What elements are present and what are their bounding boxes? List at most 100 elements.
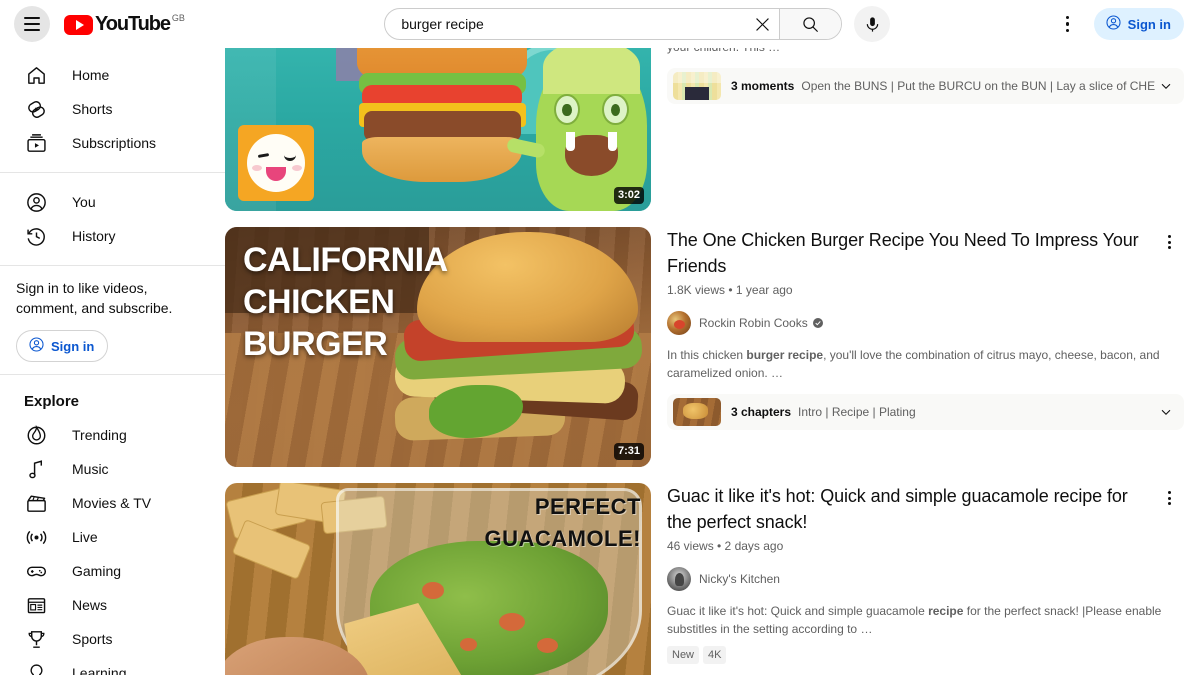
sidebar-item-learning[interactable]: Learning (12, 656, 213, 675)
avatar (667, 567, 691, 591)
signin-button-header[interactable]: Sign in (1093, 8, 1184, 40)
sidebar-item-history[interactable]: History (12, 219, 213, 253)
film-clapper-icon (24, 491, 48, 515)
description-post: … (768, 48, 780, 54)
search-input-wrap[interactable] (385, 9, 746, 39)
search-box[interactable] (384, 8, 843, 40)
video-meta: Smile and Learn - English Discover how t… (651, 48, 1184, 211)
description-highlight: burger recipe (746, 348, 824, 362)
sidebar-item-label: Shorts (72, 101, 113, 117)
lightbulb-icon (24, 661, 48, 675)
signin-label-sidebar: Sign in (51, 338, 95, 354)
chapter-list: Open the BUNS | Put the BURCU on the BUN… (801, 79, 1156, 93)
video-menu-button[interactable] (1154, 227, 1184, 257)
gamepad-icon (24, 559, 48, 583)
channel-name[interactable]: Nicky's Kitchen (699, 572, 780, 586)
chapter-list: Intro | Recipe | Plating (798, 405, 916, 419)
sidebar-item-label: Movies & TV (72, 495, 152, 511)
search-input[interactable] (401, 16, 746, 32)
video-thumbnail[interactable]: 3:02 (225, 48, 651, 211)
masthead-right: Sign in (1050, 6, 1200, 42)
video-stats: 46 views • 2 days ago (667, 539, 784, 553)
thumbnail-overlay-line1: PERFECT (534, 494, 641, 519)
masthead: YouTube GB burger recipe Sign in (0, 0, 1200, 48)
sidebar-item-label: You (72, 194, 96, 210)
masthead-left: YouTube GB (0, 6, 225, 42)
shorts-icon (24, 97, 48, 121)
sidebar-item-music[interactable]: Music (12, 452, 213, 486)
subscriptions-icon (24, 131, 48, 155)
sidebar-item-label: Trending (72, 427, 127, 443)
chevron-down-icon[interactable] (1156, 76, 1176, 96)
chapter-thumbnail (673, 72, 721, 100)
sidebar-item-label: Sports (72, 631, 113, 647)
sidebar-item-subscriptions[interactable]: Subscriptions (12, 126, 213, 160)
sidebar-item-news[interactable]: News (12, 588, 213, 622)
search-results-list[interactable]: 3:02 Smile and Learn - English Discover … (225, 48, 1200, 675)
video-title[interactable]: The One Chicken Burger Recipe You Need T… (667, 227, 1184, 279)
verified-badge-icon (812, 317, 824, 329)
chevron-down-icon[interactable] (1156, 402, 1176, 422)
sidebar-item-home[interactable]: Home (12, 58, 213, 92)
video-stats: 1.8K views • 1 year ago (667, 283, 793, 297)
trophy-icon (24, 627, 48, 651)
sidebar-item-label: Learning (72, 665, 127, 675)
close-icon[interactable] (745, 9, 779, 39)
chapter-count: 3 chapters (731, 405, 792, 419)
channel-row[interactable]: Nicky's Kitchen (667, 567, 1184, 591)
sidebar-item-movies[interactable]: Movies & TV (12, 486, 213, 520)
sidebar: Home Shorts Subscriptions You History Si… (0, 48, 225, 675)
sidebar-item-label: History (72, 228, 116, 244)
youtube-play-icon (64, 15, 93, 35)
account-circle-icon (1105, 14, 1122, 34)
thumbnail-overlay-text: CALIFORNIA CHICKEN BURGER (243, 241, 447, 363)
trending-icon (24, 423, 48, 447)
channel-name[interactable]: Rockin Robin Cooks (699, 316, 808, 330)
sidebar-item-live[interactable]: Live (12, 520, 213, 554)
channel-row[interactable]: Rockin Robin Cooks (667, 311, 1184, 335)
sidebar-divider-3 (0, 374, 225, 375)
search-result-item: PERFECT GUACAMOLE! Guac it like it's hot… (225, 483, 1200, 675)
sidebar-divider-1 (0, 172, 225, 173)
description-pre: Guac it like it's hot: Quick and simple … (667, 604, 929, 618)
video-meta: The One Chicken Burger Recipe You Need T… (651, 227, 1184, 467)
chapters-bar[interactable]: 3 moments Open the BUNS | Put the BURCU … (667, 68, 1184, 104)
sidebar-item-shorts[interactable]: Shorts (12, 92, 213, 126)
signin-button-sidebar[interactable]: Sign in (16, 330, 109, 362)
chapter-thumbnail (673, 398, 721, 426)
video-duration: 3:02 (613, 187, 644, 204)
status-badge: New (667, 646, 700, 664)
sidebar-item-gaming[interactable]: Gaming (12, 554, 213, 588)
thumbnail-overlay-line2: GUACAMOLE! (484, 526, 641, 551)
avatar (667, 311, 691, 335)
live-broadcast-icon (24, 525, 48, 549)
chapters-bar[interactable]: 3 chapters Intro | Recipe | Plating (667, 394, 1184, 430)
sidebar-item-you[interactable]: You (12, 185, 213, 219)
kebab-menu-icon[interactable] (1050, 6, 1086, 42)
thumbnail-emoji-badge (237, 125, 314, 202)
explore-heading: Explore (24, 393, 80, 410)
video-description: In this chicken burger recipe, you'll lo… (667, 346, 1184, 382)
status-badge: 4K (703, 646, 727, 664)
youtube-logo[interactable]: YouTube GB (64, 13, 185, 35)
thumbnail-art-guacamole: PERFECT GUACAMOLE! (225, 483, 651, 675)
sidebar-item-label: Home (72, 67, 110, 83)
thumbnail-art-chicken-burger: CALIFORNIA CHICKEN BURGER (225, 227, 651, 467)
history-icon (24, 224, 48, 248)
sidebar-item-label: News (72, 597, 108, 613)
microphone-icon[interactable] (854, 6, 891, 42)
video-thumbnail[interactable]: PERFECT GUACAMOLE! (225, 483, 651, 675)
hamburger-menu-icon[interactable] (14, 6, 50, 42)
search-area (225, 6, 1050, 42)
search-icon[interactable] (779, 9, 842, 39)
video-menu-button[interactable] (1154, 483, 1184, 513)
video-title[interactable]: Guac it like it's hot: Quick and simple … (667, 483, 1184, 535)
search-result-item: 3:02 Smile and Learn - English Discover … (225, 48, 1200, 211)
sidebar-item-trending[interactable]: Trending (12, 418, 213, 452)
video-thumbnail[interactable]: CALIFORNIA CHICKEN BURGER 7:31 (225, 227, 651, 467)
video-description: Guac it like it's hot: Quick and simple … (667, 602, 1184, 638)
music-note-icon (24, 457, 48, 481)
sidebar-item-sports[interactable]: Sports (12, 622, 213, 656)
video-badges: New 4K (667, 646, 1184, 664)
description-highlight: recipe (928, 604, 964, 618)
